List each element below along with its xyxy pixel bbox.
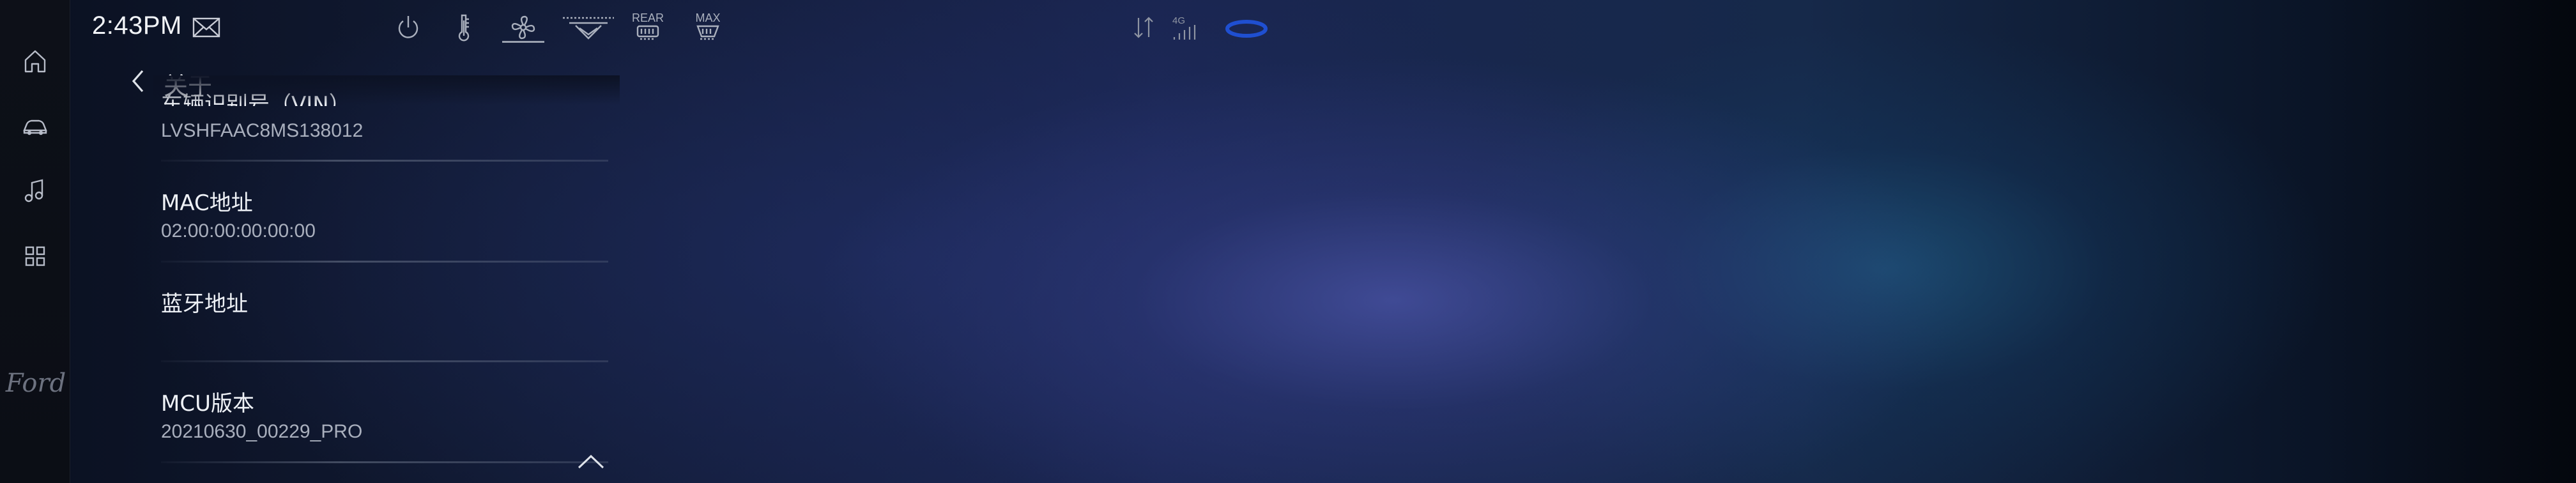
- chevron-left-icon: [132, 70, 144, 93]
- list-item-bluetooth: 蓝牙地址: [161, 286, 608, 321]
- max-defrost-label: MAX: [695, 12, 721, 24]
- fan-active-indicator: [502, 41, 544, 43]
- divider: [161, 360, 608, 362]
- data-transfer-icon: [1131, 14, 1156, 43]
- left-dock: Ford: [0, 0, 70, 483]
- windshield-defrost-icon[interactable]: [560, 10, 617, 45]
- fan-icon[interactable]: [502, 10, 544, 45]
- message-icon[interactable]: [192, 17, 221, 38]
- divider: [161, 261, 608, 263]
- status-time: 2:43PM: [92, 12, 182, 40]
- header-fade-overlay: [153, 75, 620, 105]
- ford-logo: Ford: [5, 369, 66, 398]
- rear-defrost-label: REAR: [631, 12, 664, 24]
- divider: [161, 160, 608, 162]
- car-icon[interactable]: [17, 107, 54, 144]
- list-item-title: MCU版本: [161, 391, 254, 417]
- list-item-vin: LVSHFAAC8MS138012: [161, 116, 608, 142]
- voice-assistant-ring-icon[interactable]: [1224, 18, 1269, 40]
- chevron-up-icon: [578, 454, 604, 469]
- divider: [161, 461, 608, 463]
- list-item-value: LVSHFAAC8MS138012: [161, 120, 364, 141]
- max-defrost-button[interactable]: MAX: [690, 10, 726, 45]
- home-icon[interactable]: [17, 42, 54, 79]
- signal-strength-icon: [1172, 24, 1199, 43]
- list-item-value: 20210630_00229_PRO: [161, 421, 363, 442]
- apps-grid-icon[interactable]: [17, 238, 54, 275]
- power-icon[interactable]: [392, 10, 424, 45]
- rear-defrost-icon: [636, 25, 659, 40]
- temperature-icon[interactable]: [451, 10, 477, 45]
- list-item-title: 蓝牙地址: [161, 291, 248, 317]
- list-item-mac: MAC地址 02:00:00:00:00:00: [161, 185, 608, 242]
- music-icon[interactable]: [17, 172, 54, 210]
- list-item-value: 02:00:00:00:00:00: [161, 220, 316, 241]
- list-item-mcu: MCU版本 20210630_00229_PRO: [161, 386, 608, 443]
- back-button[interactable]: [125, 66, 151, 96]
- list-item-title: MAC地址: [161, 190, 253, 216]
- scroll-up-button[interactable]: [575, 451, 607, 473]
- max-defrost-icon: [696, 25, 719, 40]
- rear-defrost-button[interactable]: REAR: [630, 10, 666, 45]
